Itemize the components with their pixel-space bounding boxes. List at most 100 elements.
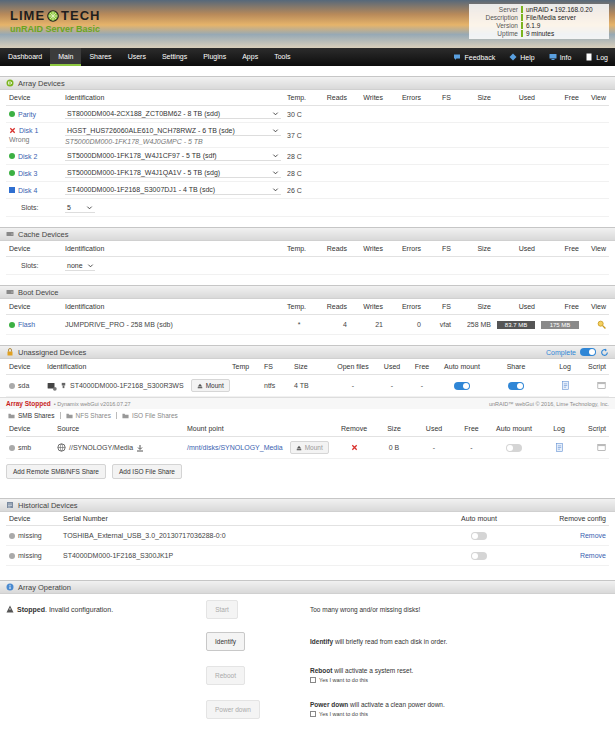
operation-button[interactable]: Reboot <box>206 666 245 685</box>
remote-shares: DeviceSourceMount pointRemoveSizeUsedFre… <box>0 421 615 484</box>
operation-description: Identify will briefly read from each dis… <box>310 638 609 645</box>
operation-row: Identify Identify will briefly read from … <box>0 624 615 658</box>
column-header: Free <box>407 363 437 370</box>
free-bar: 175 MB <box>541 321 579 329</box>
status-dot <box>9 153 15 159</box>
complete-toggle[interactable] <box>580 348 596 356</box>
section-title: Cache Devices <box>6 230 68 239</box>
share-toggle[interactable] <box>508 382 524 390</box>
refresh-icon[interactable] <box>600 348 609 357</box>
info-label: Server <box>474 6 518 13</box>
operation-description: Power down will activate a clean power d… <box>310 701 609 717</box>
share-tab-icon <box>8 412 15 419</box>
confirm-checkbox[interactable]: Yes I want to do this <box>310 677 609 683</box>
identification-select[interactable]: ST5000DM000-1FK178_W4J1QA1V - 5 TB (sdg) <box>65 168 281 178</box>
slots-select[interactable]: none <box>65 261 95 271</box>
share-buttons: Add Remote SMB/NFS Share Add ISO File Sha… <box>0 459 615 484</box>
info-monitor-icon <box>549 53 557 61</box>
logo-text: LIME <box>10 8 45 23</box>
column-header: Log <box>539 425 579 432</box>
temp-cell: 28 C <box>284 153 314 160</box>
column-header: Size <box>374 425 414 432</box>
add-share-button[interactable]: Add Remote SMB/NFS Share <box>6 464 106 479</box>
nav-tab[interactable]: Plugins <box>195 48 234 66</box>
operation-button[interactable]: Identify <box>206 632 245 651</box>
download-icon[interactable] <box>136 444 144 452</box>
nav-link[interactable]: Info <box>542 48 579 66</box>
remove-link[interactable]: Remove <box>580 552 606 559</box>
remove-link[interactable]: Remove <box>580 532 606 539</box>
nav-link[interactable]: Help <box>502 48 541 66</box>
section-title: Array Devices <box>6 79 65 88</box>
historical-row: missingST4000DM000-1F2168_S300JK1PRemove <box>6 546 609 566</box>
historical-devices: Historical DevicesDeviceSerial NumberAut… <box>0 498 615 566</box>
auto-mount-toggle[interactable] <box>471 552 487 560</box>
device-row: Disk 1WrongHGST_HUS726060ALE610_NCH78RWZ… <box>6 123 609 148</box>
confirm-checkbox[interactable]: Yes I want to do this <box>310 711 609 717</box>
share-row: smb//SYNOLOGY/Media/mnt/disks/SYNOLOGY_M… <box>6 437 609 459</box>
column-header: Device <box>6 303 62 310</box>
column-header: Remove <box>334 425 374 432</box>
device-link[interactable]: Flash <box>18 321 35 328</box>
nav-link[interactable]: Log <box>578 48 615 66</box>
device-link[interactable]: Disk 2 <box>18 153 37 160</box>
share-tab-icon <box>122 412 129 419</box>
identification-select[interactable]: ST5000DM000-1FK178_W4J1CF97 - 5 TB (sdf) <box>65 151 281 161</box>
slots-select[interactable]: 5 <box>65 203 95 213</box>
device-link[interactable]: Disk 3 <box>18 170 37 177</box>
column-header: Temp <box>229 363 261 370</box>
auto-mount-toggle[interactable] <box>454 382 470 390</box>
status-dot <box>9 533 15 539</box>
identification-select[interactable]: ST4000DM000-1F2168_S3007DJ1 - 4 TB (sdc) <box>65 185 281 195</box>
identification-select[interactable]: HGST_HUS726060ALE610_NCH78RWZ - 6 TB (sd… <box>65 126 281 136</box>
chevron-down-icon <box>272 152 279 159</box>
column-header: Size <box>454 94 494 101</box>
share-tab[interactable]: NFS Shares <box>60 412 116 419</box>
mount-button[interactable]: Mount <box>191 379 230 392</box>
server-info: ServerunRAID • 192.168.0.20DescriptionFi… <box>469 4 609 39</box>
mount-point-link[interactable]: /mnt/disks/SYNOLOGY_Media <box>187 444 283 451</box>
device-link[interactable]: Parity <box>18 111 36 118</box>
nav-tab[interactable]: Apps <box>234 48 266 66</box>
toggle-knob <box>463 383 469 389</box>
view-magnifier-icon[interactable] <box>597 320 606 329</box>
array-devices: Array DevicesDeviceIdentificationTemp.Re… <box>0 76 615 217</box>
operation-description: Too many wrong and/or missing disks! <box>310 606 609 613</box>
auto-mount-toggle[interactable] <box>471 532 487 540</box>
checkbox[interactable] <box>310 711 316 717</box>
column-header: Used <box>414 425 454 432</box>
nav-tab[interactable]: Shares <box>81 48 119 66</box>
identification-select[interactable]: ST8000DM004-2CX188_ZCT0BM62 - 8 TB (sdd) <box>65 109 281 119</box>
nav-link[interactable]: Feedback <box>446 48 502 66</box>
temp-cell: 28 C <box>284 170 314 177</box>
share-tab[interactable]: SMB Shares <box>3 412 60 419</box>
checkbox[interactable] <box>310 677 316 683</box>
auto-mount-toggle[interactable] <box>506 444 522 452</box>
column-header: Size <box>454 245 494 252</box>
remove-icon[interactable] <box>351 444 358 451</box>
column-header: Used <box>494 245 538 252</box>
operation-button[interactable]: Start <box>206 600 238 619</box>
script-icon[interactable] <box>597 381 606 390</box>
device-link[interactable]: Disk 4 <box>18 187 37 194</box>
nav-tab[interactable]: Tools <box>266 48 298 66</box>
share-tab[interactable]: ISO File Shares <box>116 412 183 419</box>
script-icon[interactable] <box>597 443 606 452</box>
nav-tab[interactable]: Users <box>120 48 154 66</box>
nav-tab[interactable]: Settings <box>154 48 195 66</box>
temp-cell: 30 C <box>284 111 314 118</box>
log-icon[interactable] <box>561 381 570 390</box>
nav-tab[interactable]: Main <box>50 48 81 66</box>
warning-icon <box>6 605 14 613</box>
column-header: Remove config <box>509 515 609 522</box>
nav-tab[interactable]: Dashboard <box>0 48 50 66</box>
operation-button[interactable]: Power down <box>206 700 260 719</box>
add-share-button[interactable]: Add ISO File Share <box>112 464 182 479</box>
serial-number: TOSHIBA_External_USB_3.0_20130717036288-… <box>60 532 449 539</box>
mount-button[interactable]: Mount <box>290 441 329 454</box>
info-label: Description <box>474 14 518 21</box>
device-link[interactable]: Disk 1 <box>19 127 38 134</box>
device-row: Parity ST8000DM004-2CX188_ZCT0BM62 - 8 TB… <box>6 106 609 123</box>
section-header: Historical Devices <box>0 498 615 512</box>
log-icon[interactable] <box>555 443 564 452</box>
